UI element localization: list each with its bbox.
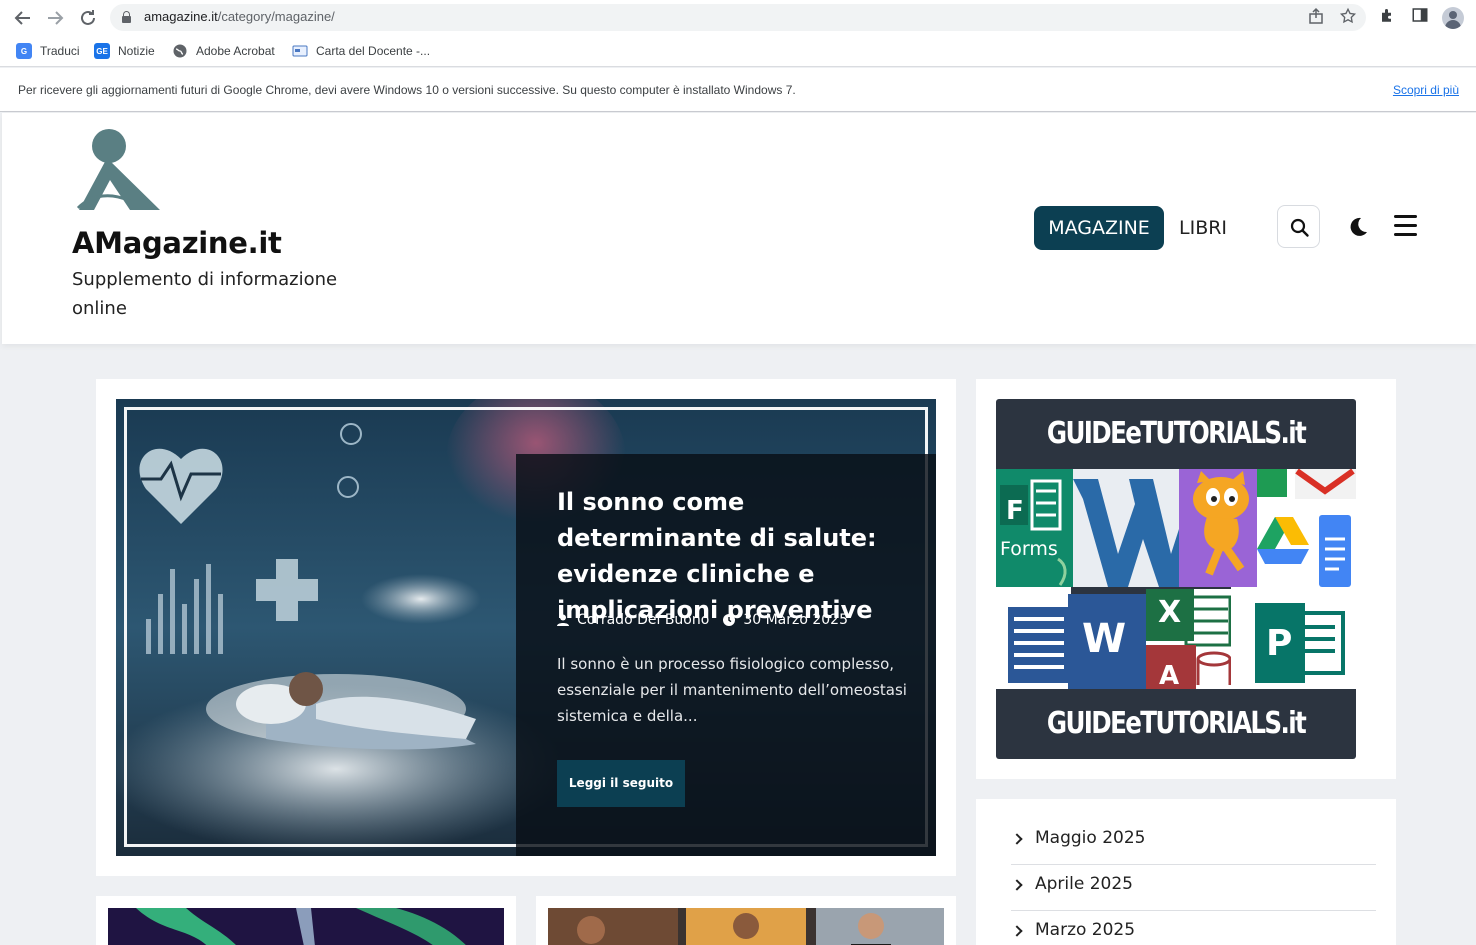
post-card-aurora[interactable] — [96, 896, 516, 945]
archive-item-label: Marzo 2025 — [1035, 920, 1136, 940]
publisher-icon: P — [1231, 587, 1356, 689]
globe-icon — [172, 43, 188, 59]
chrome-infobar: Per ricevere gli aggiornamenti futuri di… — [0, 68, 1476, 112]
post-meta: Corrado Del Buono 30 Marzo 2025 — [557, 612, 848, 628]
google-news-icon: GE — [94, 43, 110, 59]
lock-icon — [122, 11, 131, 23]
bookmark-label: Notizie — [118, 44, 155, 58]
post-card-people[interactable] — [536, 896, 956, 945]
archive-item[interactable]: Marzo 2025 — [1011, 911, 1376, 945]
dark-mode-moon-icon[interactable] — [1346, 215, 1370, 239]
nav-libri[interactable]: LIBRI — [1179, 206, 1227, 250]
archive-widget: Maggio 2025 Aprile 2025 Marzo 2025 — [976, 799, 1396, 945]
banner-title-bottom: GUIDEeTUTORIALS.it — [1046, 706, 1307, 741]
bookmark-traduci[interactable]: G Traduci — [16, 42, 80, 60]
infobar-learn-more-link[interactable]: Scopri di più — [1393, 83, 1459, 97]
post-date: 30 Marzo 2025 — [743, 612, 848, 628]
access-letter: A — [1159, 661, 1180, 689]
word-letter: W — [1082, 616, 1127, 662]
archive-item-label: Maggio 2025 — [1035, 828, 1146, 848]
profile-avatar-icon[interactable] — [1442, 7, 1464, 29]
bookmark-notizie[interactable]: GE Notizie — [94, 42, 155, 60]
word-icon: W — [1068, 594, 1146, 689]
archive-item[interactable]: Aprile 2025 — [1011, 865, 1376, 911]
back-arrow-icon[interactable] — [11, 6, 35, 30]
forms-icon: F Forms — [996, 469, 1073, 587]
share-icon[interactable] — [1306, 7, 1326, 27]
hamburger-menu-icon[interactable] — [1394, 215, 1418, 237]
archive-item-label: Aprile 2025 — [1035, 874, 1133, 894]
svg-text:F: F — [1006, 496, 1024, 526]
read-more-button[interactable]: Leggi il seguito — [557, 760, 685, 807]
docs-lines-icon — [996, 587, 1071, 689]
clock-icon — [723, 614, 736, 626]
infobar-message: Per ricevere gli aggiornamenti futuri di… — [18, 83, 796, 97]
post-author[interactable]: Corrado Del Buono — [577, 612, 709, 628]
scratch-cat-icon — [1179, 469, 1257, 587]
chevron-right-icon — [1011, 879, 1023, 891]
card-icon — [292, 43, 308, 59]
featured-post-card: Il sonno come determinante di salute: ev… — [96, 379, 956, 876]
featured-post-title[interactable]: Il sonno come determinante di salute: ev… — [557, 484, 907, 628]
excel-access-icon: X A — [1146, 589, 1231, 689]
amagazine-logo-icon[interactable] — [74, 128, 164, 213]
people-image — [548, 908, 944, 945]
featured-post-image[interactable]: Il sonno come determinante di salute: ev… — [116, 399, 936, 856]
bookmark-carta-docente[interactable]: Carta del Docente -... — [292, 42, 430, 60]
google-translate-icon: G — [16, 43, 32, 59]
excel-letter: X — [1158, 595, 1182, 630]
forward-arrow-icon[interactable] — [43, 6, 67, 30]
bookmark-star-icon[interactable] — [1338, 7, 1358, 27]
wordpress-icon — [1073, 469, 1179, 587]
bookmark-adobe-acrobat[interactable]: Adobe Acrobat — [172, 42, 275, 60]
featured-post-overlay: Il sonno come determinante di salute: ev… — [516, 454, 936, 856]
publisher-letter: P — [1266, 623, 1293, 664]
author-user-icon — [557, 614, 569, 626]
site-header: AMagazine.it Supplemento di informazione… — [2, 113, 1476, 344]
extensions-puzzle-icon[interactable] — [1376, 6, 1400, 30]
url-text: amagazine.it/category/magazine/ — [144, 9, 335, 24]
nav-magazine[interactable]: MAGAZINE — [1034, 206, 1164, 250]
banner-title-top: GUIDEeTUTORIALS.it — [1046, 416, 1307, 451]
guide-tutorials-banner[interactable]: GUIDEeTUTORIALS.it F Forms W X A P GUIDE… — [996, 399, 1356, 759]
chevron-right-icon — [1011, 925, 1023, 937]
bookmark-label: Carta del Docente -... — [316, 44, 431, 58]
search-button[interactable] — [1277, 205, 1320, 248]
bookmarks-bar: G Traduci GE Notizie Adobe Acrobat Carta… — [0, 36, 1476, 67]
chevron-right-icon — [1011, 833, 1023, 845]
site-tagline: Supplemento di informazione online — [72, 269, 338, 319]
bookmark-label: Adobe Acrobat — [196, 44, 275, 58]
aurora-image — [108, 908, 504, 945]
post-excerpt: Il sonno è un processo fisiologico compl… — [557, 655, 907, 725]
archive-item[interactable]: Maggio 2025 — [1011, 819, 1376, 865]
side-panel-icon[interactable] — [1408, 6, 1432, 30]
site-title[interactable]: AMagazine.it — [72, 226, 282, 260]
bookmark-label: Traduci — [40, 44, 80, 58]
sidebar-banner-card: GUIDEeTUTORIALS.it F Forms W X A P GUIDE… — [976, 379, 1396, 779]
forms-label: Forms — [1000, 538, 1058, 560]
reload-icon[interactable] — [76, 6, 100, 30]
browser-toolbar: amagazine.it/category/magazine/ — [0, 0, 1476, 36]
google-apps-icon — [1257, 469, 1356, 587]
search-icon — [1290, 218, 1309, 237]
address-bar[interactable]: amagazine.it/category/magazine/ — [110, 4, 1366, 31]
